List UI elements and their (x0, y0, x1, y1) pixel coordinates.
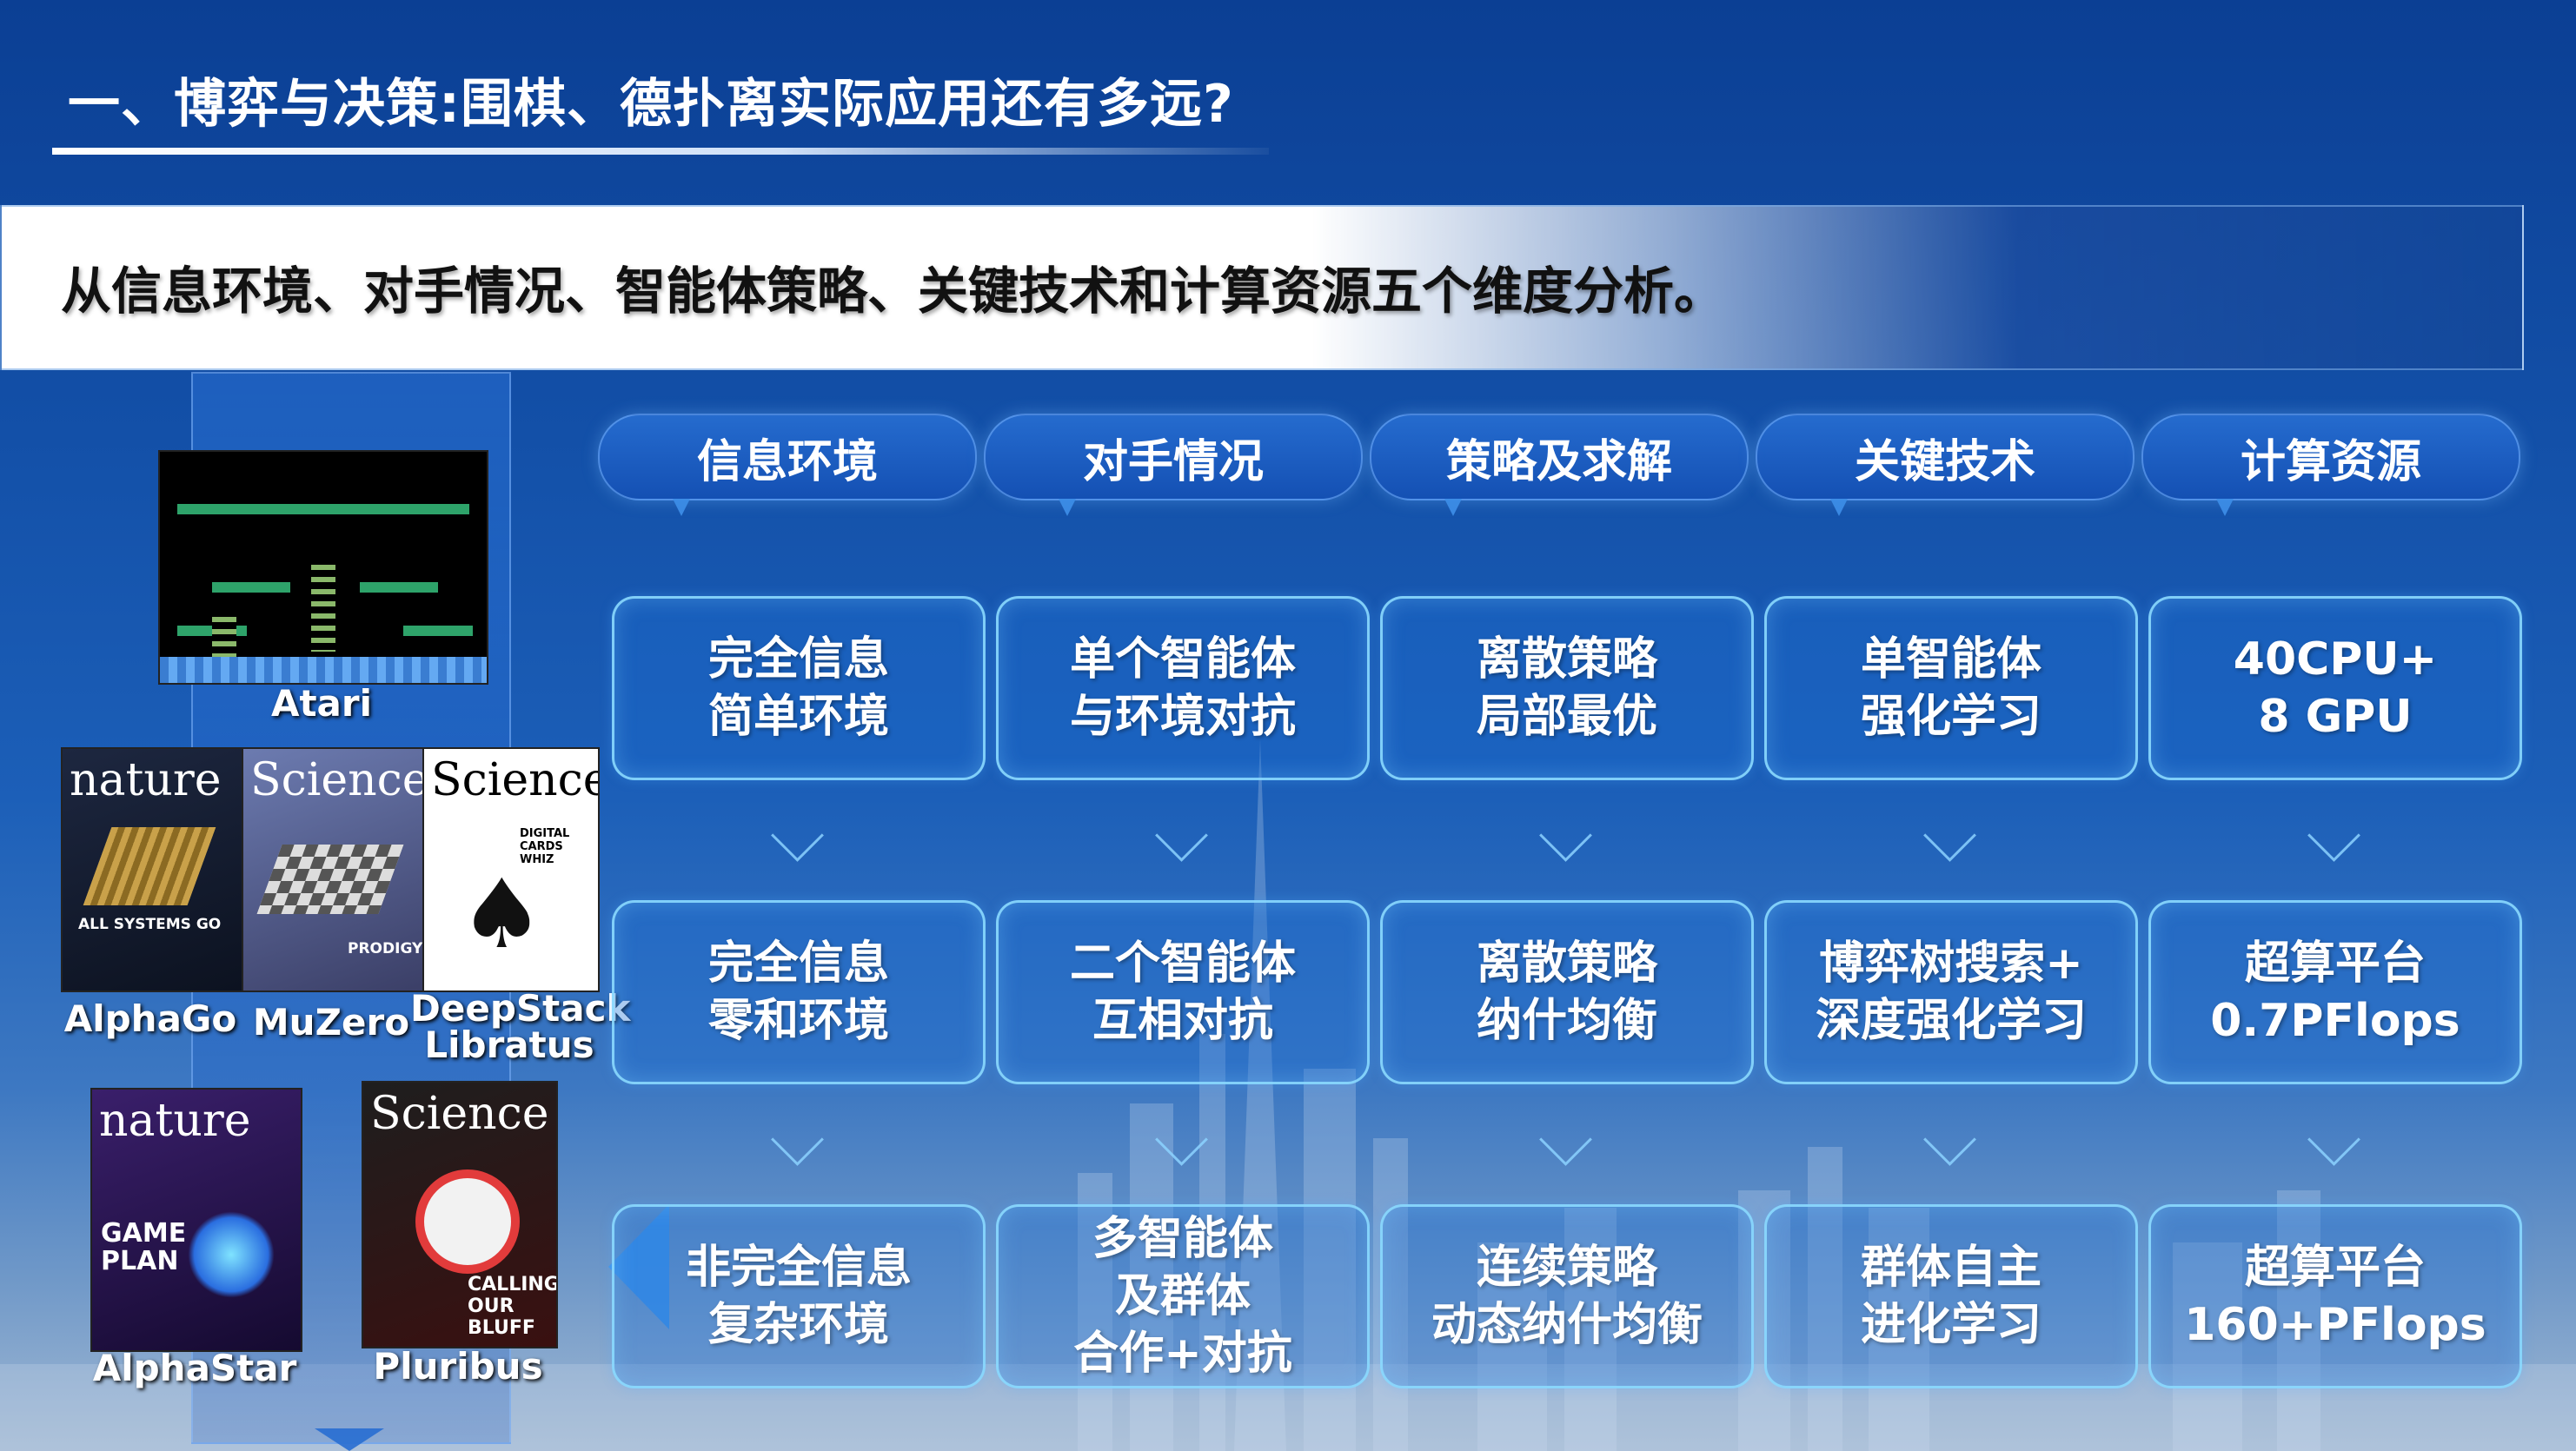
cell-opponent-row2: 二个智能体 互相对抗 (996, 900, 1370, 1084)
cover-headline: ALL SYSTEMS GO (78, 916, 222, 933)
cell-line: 超算平台 (2244, 1242, 2426, 1294)
cell-line: 进化学习 (1860, 1299, 2042, 1351)
caption-alphastar: AlphaStar (92, 1347, 297, 1389)
cover-masthead: nature (70, 754, 222, 806)
cell-line: 0.7PFlops (2210, 995, 2460, 1047)
caption-deepstack-line1: DeepStack (410, 987, 631, 1030)
eye-image (415, 1169, 520, 1274)
subtitle-banner: 从信息环境、对手情况、智能体策略、关键技术和计算资源五个维度分析。 (0, 205, 2524, 370)
cell-line: 8 GPU (2258, 691, 2413, 743)
chess-board-image (256, 845, 404, 914)
atari-game-screenshot (158, 450, 488, 685)
cell-line: 离散策略 (1476, 633, 1657, 686)
cell-line: 超算平台 (2244, 938, 2426, 990)
atari-ladder (311, 565, 335, 652)
caption-deepstack-line2: Libratus (424, 1024, 594, 1066)
caption-deepstack: DeepStack Libratus (410, 987, 631, 1066)
cell-line: 多智能体 (1092, 1213, 1273, 1265)
cover-masthead: Science (250, 754, 424, 806)
cell-line: 深度强化学习 (1815, 995, 2087, 1047)
cover-headline: PRODIGY (348, 940, 423, 957)
atari-platform (403, 626, 473, 636)
header-key-technology: 关键技术 (1756, 414, 2134, 516)
caption-muzero: MuZero (252, 1001, 410, 1044)
cover-masthead: Science (370, 1088, 549, 1140)
cell-line: 互相对抗 (1092, 995, 1273, 1047)
page-title: 一、博弈与决策:围棋、德扑离实际应用还有多远? (68, 74, 1234, 135)
cell-computing-row3: 超算平台 160+PFlops (2148, 1204, 2522, 1388)
title-bar: 一、博弈与决策:围棋、德扑离实际应用还有多远? (52, 61, 1269, 155)
header-opponent: 对手情况 (984, 414, 1363, 516)
go-board-image (83, 827, 216, 905)
cell-line: 二个智能体 (1069, 938, 1296, 990)
cell-line: 完全信息 (707, 633, 889, 686)
glow-orb-image (188, 1211, 275, 1298)
atari-platform (360, 582, 438, 593)
cell-technology-row1: 单智能体 强化学习 (1764, 596, 2138, 780)
cell-strategy-row1: 离散策略 局部最优 (1380, 596, 1754, 780)
cell-line: 连续策略 (1476, 1242, 1657, 1294)
caption-alphago: AlphaGo (63, 997, 237, 1040)
title-underline (52, 148, 1269, 155)
cell-line: 纳什均衡 (1476, 995, 1657, 1047)
cell-computing-row1: 40CPU+ 8 GPU (2148, 596, 2522, 780)
cell-line: 局部最优 (1476, 691, 1657, 743)
cell-line: 40CPU+ (2233, 633, 2438, 686)
cover-masthead: Science (431, 754, 600, 806)
cell-line: 与环境对抗 (1069, 691, 1296, 743)
cell-line: 零和环境 (707, 995, 889, 1047)
atari-ladder (212, 617, 236, 660)
cell-opponent-row3: 多智能体 及群体 合作+对抗 (996, 1204, 1370, 1388)
cell-opponent-row1: 单个智能体 与环境对抗 (996, 596, 1370, 780)
caption-pluribus: Pluribus (373, 1345, 543, 1388)
science-cover-deepstack: Science DIGITAL CARDS WHIZ ♠ (422, 747, 600, 992)
cell-line: 单智能体 (1860, 633, 2042, 686)
cover-headline: GAME PLAN (101, 1218, 187, 1276)
banner-text: 从信息环境、对手情况、智能体策略、关键技术和计算资源五个维度分析。 (61, 262, 1725, 321)
header-computing: 计算资源 (2141, 414, 2520, 516)
cover-headline: CALLING OUR BLUFF (468, 1274, 558, 1339)
cell-line: 离散策略 (1476, 938, 1657, 990)
cover-masthead: nature (99, 1095, 251, 1147)
cell-line: 非完全信息 (685, 1242, 912, 1294)
science-cover-muzero: Science PRODIGY (242, 747, 424, 992)
cell-line: 及群体 (1114, 1270, 1251, 1322)
atari-platform (177, 504, 469, 514)
cell-line: 动态纳什均衡 (1431, 1299, 1703, 1351)
panel-bottom-arrow (315, 1428, 384, 1451)
cell-line: 复杂环境 (707, 1299, 889, 1351)
cell-line: 单个智能体 (1069, 633, 1296, 686)
spade-icon: ♠ (459, 858, 545, 970)
cell-line: 博弈树搜索+ (1819, 938, 2083, 990)
cell-line: 简单环境 (707, 691, 889, 743)
atari-floor (160, 657, 487, 683)
cell-line: 完全信息 (707, 938, 889, 990)
cell-line: 合作+对抗 (1073, 1328, 1292, 1380)
science-cover-pluribus: Science CALLING OUR BLUFF (362, 1081, 558, 1348)
atari-platform (212, 582, 290, 593)
cell-line: 群体自主 (1860, 1242, 2042, 1294)
header-info-environment: 信息环境 (598, 414, 977, 516)
caption-atari: Atari (270, 682, 373, 725)
nature-cover-alphastar: nature GAME PLAN (90, 1088, 302, 1352)
cell-info-row3: 非完全信息 复杂环境 (612, 1204, 986, 1388)
cell-strategy-row3: 连续策略 动态纳什均衡 (1380, 1204, 1754, 1388)
header-strategy: 策略及求解 (1370, 414, 1749, 516)
cell-strategy-row2: 离散策略 纳什均衡 (1380, 900, 1754, 1084)
nature-cover-alphago: nature ALL SYSTEMS GO (61, 747, 243, 992)
cell-info-row1: 完全信息 简单环境 (612, 596, 986, 780)
cell-technology-row2: 博弈树搜索+ 深度强化学习 (1764, 900, 2138, 1084)
cell-line: 强化学习 (1860, 691, 2042, 743)
cell-technology-row3: 群体自主 进化学习 (1764, 1204, 2138, 1388)
cell-line: 160+PFlops (2184, 1299, 2486, 1351)
cell-computing-row2: 超算平台 0.7PFlops (2148, 900, 2522, 1084)
cell-info-row2: 完全信息 零和环境 (612, 900, 986, 1084)
